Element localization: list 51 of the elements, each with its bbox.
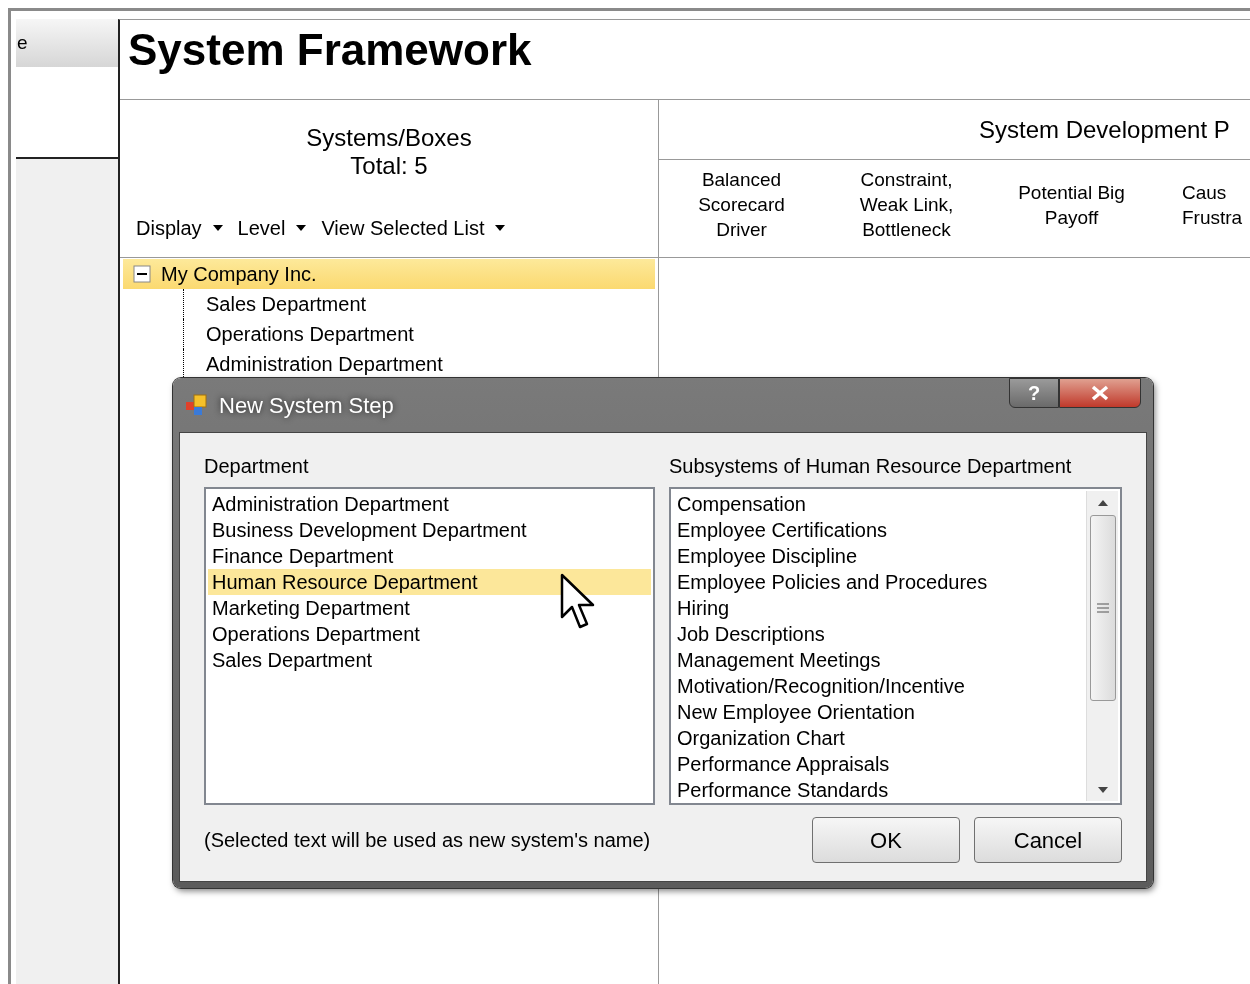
column-header: Potential Big Payoff [1017, 180, 1126, 230]
list-item[interactable]: Business Development Department [208, 517, 651, 543]
dropdown-menu[interactable]: View Selected List [321, 213, 507, 243]
tree-item[interactable]: Operations Department [183, 319, 655, 349]
list-item[interactable]: Employee Discipline [673, 543, 1086, 569]
page-title: System Framework [120, 20, 1250, 100]
column-header: Balanced Scorecard Driver [697, 168, 786, 242]
caret-icon [295, 224, 308, 232]
list-item[interactable]: Human Resource Department [208, 569, 651, 595]
list-item[interactable]: Finance Department [208, 543, 651, 569]
list-item[interactable]: Organization Chart [673, 725, 1086, 751]
scroll-thumb[interactable] [1089, 515, 1116, 701]
list-item[interactable]: Performance Appraisals [673, 751, 1086, 777]
scrollbar[interactable] [1086, 491, 1118, 801]
list-item[interactable]: Job Descriptions [673, 621, 1086, 647]
app-icon [185, 393, 209, 417]
caret-icon [211, 224, 224, 232]
list-item[interactable]: Performance Standards [673, 777, 1086, 803]
tree-item[interactable]: My Company Inc. [123, 259, 655, 289]
dropdown-menu[interactable]: Display [136, 213, 224, 243]
dialog-button[interactable]: Cancel [974, 817, 1122, 863]
department-list[interactable]: Administration Department Business Development Department Finance Department Human Resource Department Marketing Department Operations Department Sales Department [204, 487, 655, 805]
list-item[interactable]: Employee Certifications [673, 517, 1086, 543]
panel-heading: Systems/Boxes [306, 124, 472, 152]
list-item[interactable]: Management Meetings [673, 647, 1086, 673]
column-header: Caus Frustra [1181, 180, 1243, 230]
list-item[interactable]: Operations Department [208, 621, 651, 647]
panel-heading: System Development P [979, 114, 1230, 145]
dropdown-menu[interactable]: Level [237, 213, 308, 243]
dialog-button[interactable]: OK [812, 817, 960, 863]
column-header: Constraint, Weak Link, Bottleneck [858, 168, 955, 242]
list-item[interactable]: Sales Department [208, 647, 651, 673]
tree-item[interactable]: Sales Department [183, 289, 655, 319]
help-button[interactable]: ? [1009, 378, 1059, 408]
field-label: Department [204, 454, 310, 479]
list-item[interactable]: New Employee Orientation [673, 699, 1086, 725]
list-item[interactable]: Compensation [673, 491, 1086, 517]
hint-text: (Selected text will be used as new system's name) [204, 828, 651, 853]
list-item[interactable]: Employee Policies and Procedures [673, 569, 1086, 595]
list-item[interactable]: Marketing Department [208, 595, 651, 621]
list-item[interactable]: Administration Department [208, 491, 651, 517]
close-icon [1090, 385, 1110, 401]
field-label: Subsystems of Human Resource Department [669, 454, 1073, 479]
dialog-title: New System Step [219, 391, 394, 420]
list-item[interactable]: Hiring [673, 595, 1086, 621]
list-item[interactable]: Motivation/Recognition/Incentive [673, 673, 1086, 699]
subsystem-list[interactable] [669, 487, 1122, 805]
caret-icon [494, 224, 507, 232]
toolbar-button[interactable]: e [16, 19, 118, 67]
close-button[interactable] [1059, 378, 1141, 408]
total-count: Total: 5 [350, 152, 428, 180]
